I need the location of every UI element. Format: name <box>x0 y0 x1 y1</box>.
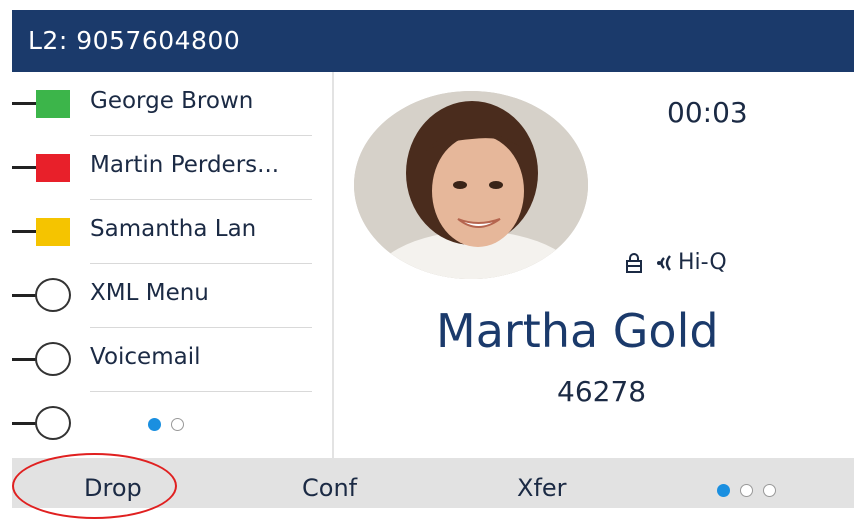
hiq-label: Hi-Q <box>678 250 727 275</box>
line-key-label: George Brown <box>90 88 254 114</box>
busy-lamp-yellow-icon <box>36 218 70 246</box>
call-status-icons: Hi-Q <box>624 250 727 275</box>
page-dot-inactive-icon <box>763 484 776 497</box>
caller-number: 46278 <box>557 375 647 408</box>
line-key-label: Voicemail <box>90 344 201 370</box>
phone-screen: L2: 9057604800 George Brown Martin Perde… <box>12 10 854 519</box>
line-key-empty[interactable] <box>12 392 332 456</box>
line-page-indicator <box>148 416 194 435</box>
caller-photo-icon <box>354 91 588 279</box>
line-key-george-brown[interactable]: George Brown <box>12 72 332 136</box>
softkey-page-indicator[interactable] <box>717 482 786 501</box>
line-key-samantha-lan[interactable]: Samantha Lan <box>12 200 332 264</box>
caller-avatar <box>354 91 588 279</box>
line-title: L2: 9057604800 <box>28 26 241 55</box>
line-key-label: XML Menu <box>90 280 209 306</box>
caller-name: Martha Gold <box>436 304 719 358</box>
drop-highlight-annotation <box>12 453 177 519</box>
page-dot-inactive-icon <box>740 484 753 497</box>
busy-lamp-green-icon <box>36 90 70 118</box>
call-timer: 00:03 <box>667 96 748 129</box>
empty-circle-icon <box>35 406 71 440</box>
line-key-voicemail[interactable]: Voicemail <box>12 328 332 392</box>
hiq-audio-icon <box>657 254 671 271</box>
xfer-button[interactable]: Xfer <box>517 474 567 502</box>
line-key-label: Martin Perders... <box>90 152 280 178</box>
line-connector <box>12 294 36 297</box>
empty-circle-icon <box>35 278 71 312</box>
page-dot-active-icon <box>148 418 161 431</box>
line-connector <box>12 358 36 361</box>
empty-circle-icon <box>35 342 71 376</box>
busy-lamp-red-icon <box>36 154 70 182</box>
line-key-xml-menu[interactable]: XML Menu <box>12 264 332 328</box>
line-key-label: Samantha Lan <box>90 216 257 242</box>
lock-icon <box>626 252 642 273</box>
line-connector <box>12 230 36 233</box>
line-header: L2: 9057604800 <box>12 10 854 72</box>
line-keys-panel: George Brown Martin Perders... Samantha … <box>12 72 334 458</box>
line-connector <box>12 166 36 169</box>
line-connector <box>12 102 36 105</box>
page-dot-inactive-icon <box>171 418 184 431</box>
page-dot-active-icon <box>717 484 730 497</box>
line-key-martin-perders[interactable]: Martin Perders... <box>12 136 332 200</box>
hiq-indicator: Hi-Q <box>654 250 727 275</box>
conf-button[interactable]: Conf <box>302 474 357 502</box>
line-connector <box>12 422 36 425</box>
